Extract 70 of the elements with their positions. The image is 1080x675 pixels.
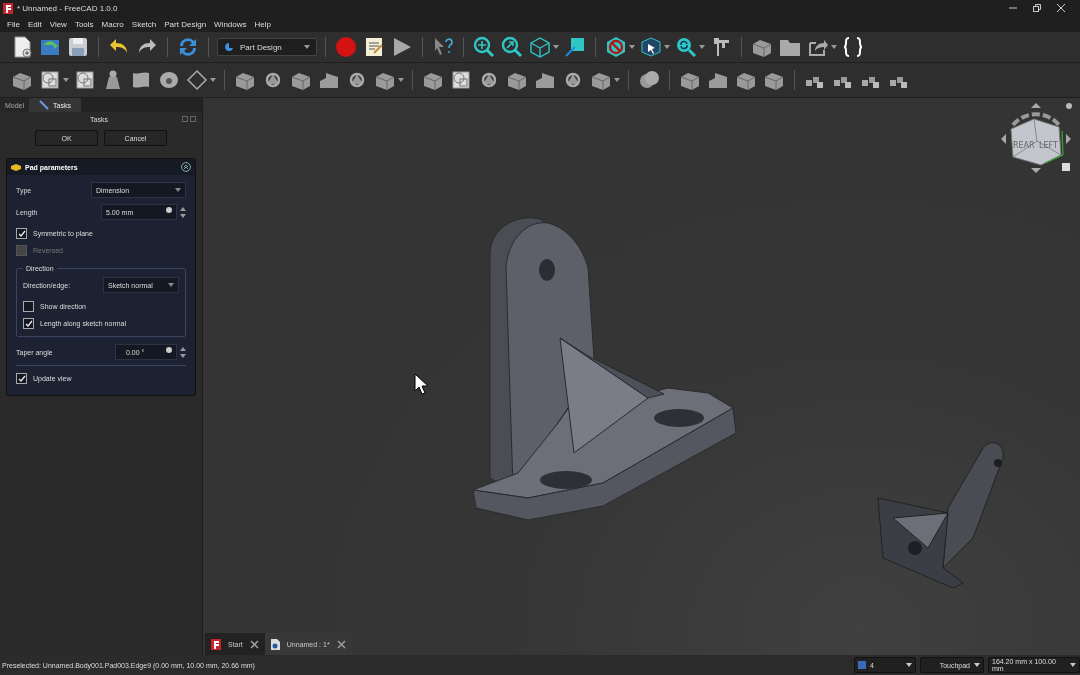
checkbox[interactable] (16, 373, 27, 384)
navigation-cube[interactable] (1010, 118, 1062, 166)
rotate-ring-icon[interactable] (1011, 112, 1061, 127)
zoom-refresh-icon[interactable] (674, 35, 698, 59)
caret-icon (974, 663, 980, 667)
checkbox[interactable] (23, 301, 34, 312)
collapse-icon[interactable] (181, 162, 191, 172)
workbench-dropdown[interactable]: Part Design (217, 38, 317, 56)
diamond-icon[interactable] (185, 68, 209, 92)
expression-icon[interactable] (166, 207, 172, 213)
expression-icon[interactable] (166, 347, 172, 353)
caret-icon[interactable] (614, 78, 620, 82)
close-icon[interactable] (249, 639, 259, 649)
sheet-icon[interactable] (38, 68, 62, 92)
cube-face-label: REAR (1013, 141, 1035, 150)
pencil-icon (39, 100, 50, 110)
arrow-down-icon[interactable] (1031, 168, 1041, 173)
caret-icon (175, 188, 181, 192)
plane-icon[interactable] (563, 35, 587, 59)
caret-icon[interactable] (831, 45, 837, 49)
menu-item[interactable]: Tools (74, 19, 94, 29)
cursor-cube-icon[interactable] (639, 35, 663, 59)
caret-icon[interactable] (210, 78, 216, 82)
app-logo-icon (3, 2, 13, 14)
caret-icon[interactable] (63, 78, 69, 82)
sheet-icon[interactable] (449, 68, 473, 92)
arrow-right-icon[interactable] (1066, 134, 1071, 144)
menu-item[interactable]: Help (254, 19, 271, 29)
app-logo-icon (211, 638, 221, 650)
braces-icon[interactable] (841, 35, 865, 59)
caret-icon[interactable] (664, 45, 670, 49)
spin-down-icon[interactable] (180, 213, 186, 218)
menu-item[interactable]: Part Design (164, 19, 207, 29)
square-icon (858, 661, 866, 669)
pad-icon (11, 163, 21, 171)
cube-icon[interactable] (528, 35, 552, 59)
cube-face-label: LEFT (1039, 141, 1058, 150)
checkbox[interactable] (23, 318, 34, 329)
close-icon[interactable] (1056, 3, 1066, 13)
arrow-up-icon[interactable] (1031, 103, 1041, 108)
caret-icon[interactable] (553, 45, 559, 49)
menu-item[interactable]: Edit (27, 19, 42, 29)
menu-item[interactable]: View (49, 19, 67, 29)
spin-up-icon[interactable] (180, 346, 186, 351)
caret-icon (168, 283, 174, 287)
caret-icon (906, 663, 912, 667)
sheet-icon[interactable] (73, 68, 97, 92)
menu-item[interactable]: File (7, 19, 20, 29)
spin-down-icon[interactable] (180, 353, 186, 358)
document-icon (270, 638, 280, 650)
arrow-left-icon[interactable] (1001, 134, 1006, 144)
menu-dot-icon[interactable] (1066, 103, 1072, 109)
caret-icon[interactable] (398, 78, 404, 82)
menu-item[interactable]: Sketch (131, 19, 157, 29)
caret-icon (1070, 663, 1076, 667)
workbench-icon (224, 42, 234, 52)
no-entry-icon[interactable] (604, 35, 628, 59)
window-title: * Unnamed - FreeCAD 1.0.0 (17, 3, 119, 13)
workbench-label: Part Design (240, 42, 283, 52)
menu-item[interactable]: Windows (214, 19, 247, 29)
checkbox[interactable] (16, 228, 27, 239)
caret-icon[interactable] (699, 45, 705, 49)
zoom-icon[interactable] (472, 35, 496, 59)
dock-buttons-icon[interactable] (182, 116, 196, 122)
zoom-arrow-icon[interactable] (500, 35, 524, 59)
restore-icon[interactable] (1032, 3, 1042, 13)
caret-icon (304, 45, 310, 49)
caret-icon[interactable] (629, 45, 635, 49)
menu-item[interactable]: Macro (101, 19, 124, 29)
spin-up-icon[interactable] (180, 206, 186, 211)
